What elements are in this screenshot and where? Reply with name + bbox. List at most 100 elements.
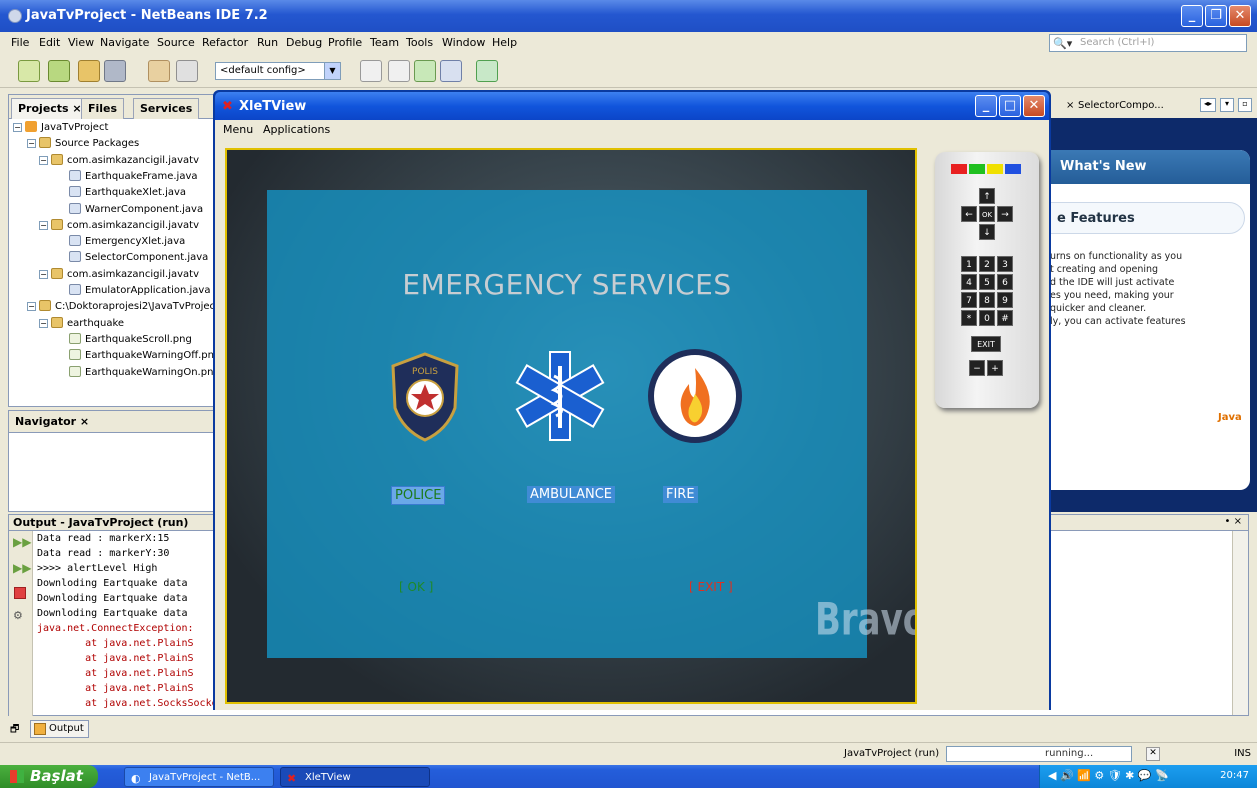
service-ambulance[interactable]: AMBULANCE xyxy=(527,486,615,503)
tree-item[interactable]: EarthquakeFrame.java xyxy=(69,169,198,186)
debug-icon[interactable] xyxy=(440,60,462,82)
volume-up-button[interactable]: + xyxy=(987,360,1003,376)
digit-button[interactable]: * xyxy=(961,310,977,326)
close-button[interactable]: ✕ xyxy=(1229,5,1251,27)
expand-toggle-icon[interactable]: − xyxy=(27,139,36,149)
expand-toggle-icon[interactable]: − xyxy=(39,155,48,165)
features-title[interactable]: e Features xyxy=(1050,202,1245,234)
ok-remote-button[interactable]: OK xyxy=(979,206,995,222)
xlet-minimize-button[interactable]: _ xyxy=(975,95,997,117)
digit-button[interactable]: 9 xyxy=(997,292,1013,308)
exit-button[interactable]: [ EXIT ] xyxy=(689,580,733,594)
digit-button[interactable]: 0 xyxy=(979,310,995,326)
build-icon[interactable] xyxy=(360,60,382,82)
tree-item[interactable]: EarthquakeWarningOff.png xyxy=(69,349,220,365)
digit-button[interactable]: 7 xyxy=(961,292,977,308)
cancel-progress-icon[interactable]: ✕ xyxy=(1146,747,1160,761)
arrow-up-button[interactable]: ↑ xyxy=(979,188,995,204)
menu-profile[interactable]: Profile xyxy=(328,36,362,49)
expand-toggle-icon[interactable]: − xyxy=(27,302,36,312)
menu-run[interactable]: Run xyxy=(257,36,278,49)
close-tab-icon[interactable]: × xyxy=(1066,100,1074,111)
green-button[interactable] xyxy=(969,164,985,174)
fire-emblem-icon[interactable] xyxy=(647,348,743,444)
menu-help[interactable]: Help xyxy=(492,36,517,49)
tab-projects[interactable]: Projects × xyxy=(11,98,89,119)
task-netbeans[interactable]: ◐ JavaTvProject - NetB... xyxy=(124,767,274,787)
menu-source[interactable]: Source xyxy=(157,36,195,49)
window-icon[interactable]: 🗗 xyxy=(10,722,19,739)
arrow-left-button[interactable]: ← xyxy=(961,206,977,222)
stop-icon[interactable] xyxy=(14,587,26,599)
digit-button[interactable]: 1 xyxy=(961,256,977,272)
tree-item[interactable]: − com.asimkazancigil.javatv xyxy=(39,218,199,235)
expand-toggle-icon[interactable]: − xyxy=(39,269,48,279)
service-fire[interactable]: FIRE xyxy=(663,486,698,503)
menu-team[interactable]: Team xyxy=(370,36,399,49)
save-all-icon[interactable] xyxy=(104,60,126,82)
menu-view[interactable]: View xyxy=(68,36,94,49)
menu-edit[interactable]: Edit xyxy=(39,36,60,49)
menu-navigate[interactable]: Navigate xyxy=(100,36,149,49)
navigator-title[interactable]: Navigator × xyxy=(9,411,229,433)
expand-toggle-icon[interactable]: − xyxy=(39,318,48,328)
expand-toggle-icon[interactable]: − xyxy=(39,220,48,230)
tree-item[interactable]: − Source Packages xyxy=(27,137,139,153)
menu-refactor[interactable]: Refactor xyxy=(202,36,248,49)
digit-button[interactable]: 6 xyxy=(997,274,1013,290)
menu-tools[interactable]: Tools xyxy=(406,36,433,49)
rerun-config-icon[interactable]: ▶▶ xyxy=(13,561,31,575)
tree-item[interactable]: SelectorComponent.java xyxy=(69,251,208,267)
close-output-icon[interactable]: • × xyxy=(1225,516,1242,527)
redo-icon[interactable] xyxy=(176,60,198,82)
yellow-button[interactable] xyxy=(987,164,1003,174)
tree-item[interactable]: EmulatorApplication.java xyxy=(69,284,210,300)
run-icon[interactable] xyxy=(414,60,436,82)
restore-button[interactable]: ❐ xyxy=(1205,5,1227,27)
tree-item[interactable]: EmergencyXlet.java xyxy=(69,235,185,251)
xlet-menu-menu[interactable]: Menu xyxy=(223,123,253,136)
open-project-icon[interactable] xyxy=(78,60,100,82)
service-police[interactable]: POLICE xyxy=(391,486,446,505)
xlet-maximize-button[interactable]: □ xyxy=(999,95,1021,117)
ok-button[interactable]: [ OK ] xyxy=(399,580,433,594)
undo-icon[interactable] xyxy=(148,60,170,82)
exit-remote-button[interactable]: EXIT xyxy=(971,336,1001,352)
star-of-life-icon[interactable] xyxy=(512,348,608,444)
settings-icon[interactable]: ⚙ xyxy=(13,609,23,622)
xlet-close-button[interactable]: ✕ xyxy=(1023,95,1045,117)
new-project-icon[interactable] xyxy=(48,60,70,82)
tree-item[interactable]: EarthquakeScroll.png xyxy=(69,332,192,349)
tab-scroll-icon[interactable]: ◂▸ xyxy=(1200,98,1216,112)
tree-item[interactable]: − JavaTvProject xyxy=(13,121,108,137)
xlet-menu-applications[interactable]: Applications xyxy=(263,123,330,136)
tree-item[interactable]: − com.asimkazancigil.javatv xyxy=(39,267,199,284)
tree-item[interactable]: − C:\Doktoraprojesi2\JavaTvProject xyxy=(27,300,219,316)
tree-item[interactable]: EarthquakeXlet.java xyxy=(69,186,186,202)
red-button[interactable] xyxy=(951,164,967,174)
tree-item[interactable]: − com.asimkazancigil.javatv xyxy=(39,153,199,170)
volume-down-button[interactable]: − xyxy=(969,360,985,376)
minimize-button[interactable]: _ xyxy=(1181,5,1203,27)
police-badge-icon[interactable]: POLIS xyxy=(377,348,473,444)
digit-button[interactable]: 4 xyxy=(961,274,977,290)
start-button[interactable]: Başlat xyxy=(0,765,98,788)
tree-item[interactable]: EarthquakeWarningOn.png xyxy=(69,365,220,382)
menu-window[interactable]: Window xyxy=(442,36,485,49)
digit-button[interactable]: 5 xyxy=(979,274,995,290)
digit-button[interactable]: 8 xyxy=(979,292,995,308)
tab-services[interactable]: Services xyxy=(133,98,200,119)
output-scrollbar[interactable] xyxy=(1232,531,1248,715)
maximize-icon[interactable]: ▫ xyxy=(1238,98,1252,112)
config-select[interactable]: <default config> ▼ xyxy=(215,62,341,80)
clean-build-icon[interactable] xyxy=(388,60,410,82)
tree-item[interactable]: − earthquake xyxy=(39,316,124,333)
menu-file[interactable]: File xyxy=(11,36,29,49)
tree-item[interactable]: WarnerComponent.java xyxy=(69,202,203,219)
digit-button[interactable]: # xyxy=(997,310,1013,326)
search-input[interactable]: 🔍▾ Search (Ctrl+I) xyxy=(1049,34,1247,52)
arrow-down-button[interactable]: ↓ xyxy=(979,224,995,240)
blue-button[interactable] xyxy=(1005,164,1021,174)
arrow-right-button[interactable]: → xyxy=(997,206,1013,222)
tray-icons[interactable]: ◀ 🔊 📶 ⚙ 🛡 ✱ 💬 📡 xyxy=(1048,769,1169,782)
